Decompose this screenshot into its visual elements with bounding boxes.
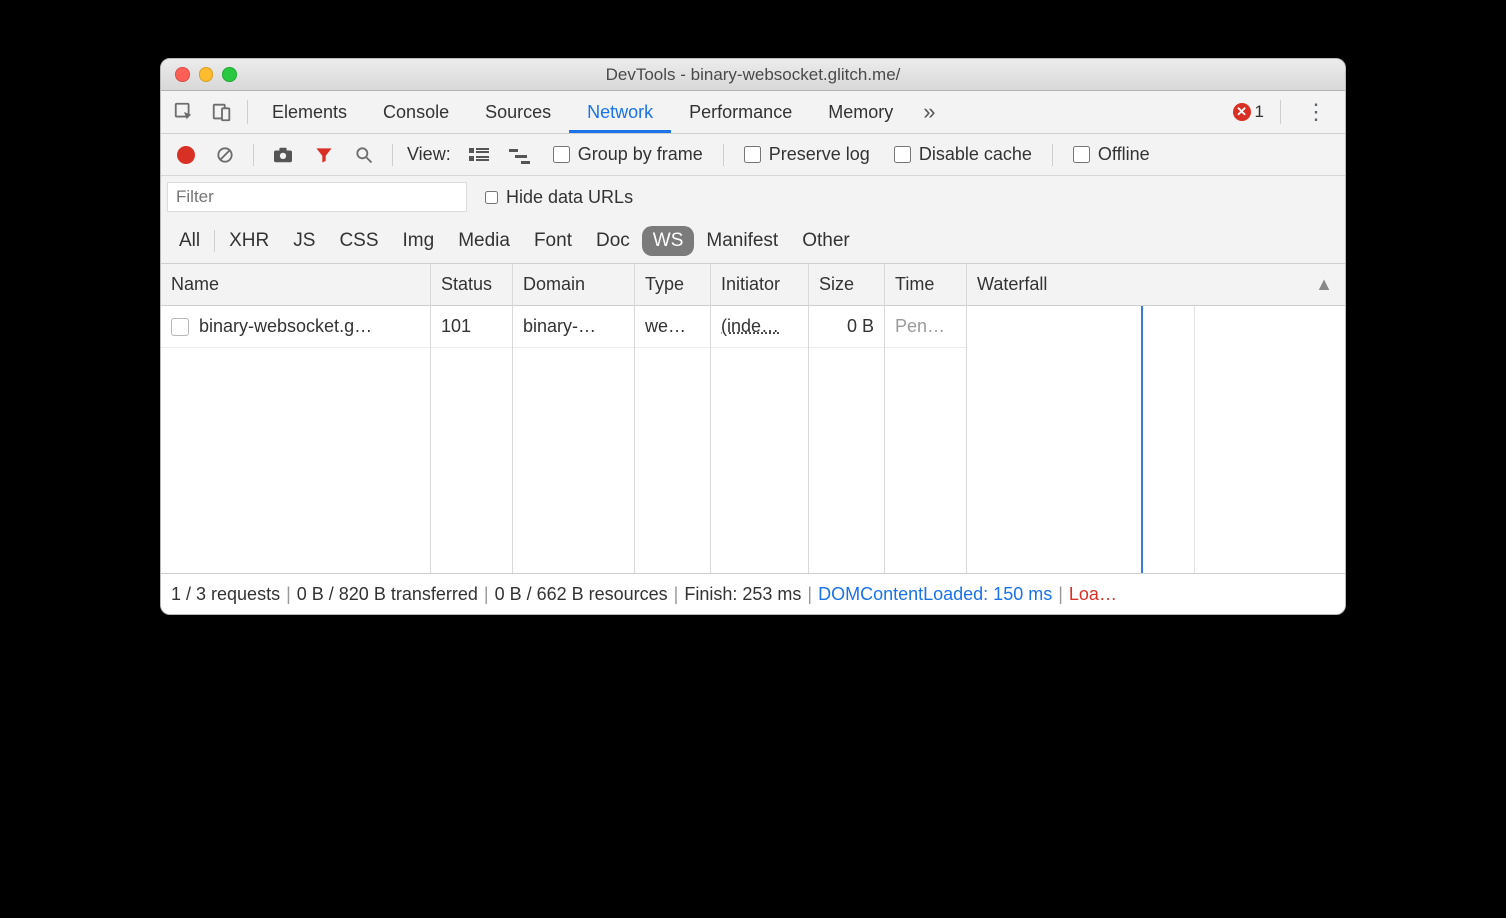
group-by-frame-checkbox[interactable]: Group by frame: [543, 144, 713, 165]
tab-elements[interactable]: Elements: [254, 92, 365, 132]
type-media[interactable]: Media: [446, 226, 522, 256]
type-js[interactable]: JS: [281, 226, 327, 256]
tab-memory[interactable]: Memory: [810, 92, 911, 132]
status-resources: 0 B / 662 B resources: [495, 584, 668, 605]
type-other[interactable]: Other: [790, 226, 862, 256]
overview-icon[interactable]: [501, 142, 539, 168]
filter-input[interactable]: [167, 182, 467, 212]
network-toolbar: View: Group by frame Preserve log Disabl…: [161, 134, 1345, 176]
error-icon: ✕: [1233, 103, 1251, 121]
waterfall-dcl-line: [1141, 306, 1143, 573]
col-size[interactable]: Size: [809, 264, 884, 306]
status-load: Loa…: [1069, 584, 1117, 605]
clear-icon[interactable]: [207, 141, 243, 169]
cell-domain[interactable]: binary-…: [513, 306, 634, 348]
type-ws[interactable]: WS: [642, 226, 695, 256]
resource-icon: [171, 318, 189, 336]
hide-data-urls-checkbox[interactable]: Hide data URLs: [485, 187, 633, 208]
filter-icon[interactable]: [306, 141, 342, 169]
col-waterfall[interactable]: Waterfall ▲: [967, 264, 1345, 306]
requests-table: Name binary-websocket.g… Status 101 Doma…: [161, 264, 1345, 574]
waterfall-body[interactable]: [967, 306, 1345, 573]
table-row[interactable]: binary-websocket.g…: [161, 306, 430, 348]
tab-sources[interactable]: Sources: [467, 92, 569, 132]
sort-asc-icon: ▲: [1315, 274, 1333, 295]
screenshot-icon[interactable]: [264, 142, 302, 168]
col-name[interactable]: Name: [161, 264, 430, 306]
offline-checkbox[interactable]: Offline: [1063, 144, 1160, 165]
tab-console[interactable]: Console: [365, 92, 467, 132]
type-xhr[interactable]: XHR: [217, 226, 281, 256]
cell-size[interactable]: 0 B: [809, 306, 884, 348]
large-rows-icon[interactable]: [461, 142, 497, 168]
record-button[interactable]: [169, 142, 203, 168]
tab-performance[interactable]: Performance: [671, 92, 810, 132]
type-doc[interactable]: Doc: [584, 226, 642, 256]
window-title: DevTools - binary-websocket.glitch.me/: [161, 65, 1345, 85]
devtools-window: DevTools - binary-websocket.glitch.me/ E…: [160, 58, 1346, 615]
device-toolbar-icon[interactable]: [203, 95, 241, 129]
inspect-element-icon[interactable]: [165, 95, 203, 129]
col-time[interactable]: Time: [885, 264, 966, 306]
search-icon[interactable]: [346, 141, 382, 169]
tab-network[interactable]: Network: [569, 92, 671, 133]
col-domain[interactable]: Domain: [513, 264, 634, 306]
cell-status[interactable]: 101: [431, 306, 512, 348]
panel-tabbar: Elements Console Sources Network Perform…: [161, 91, 1345, 134]
request-type-filters: All XHR JS CSS Img Media Font Doc WS Man…: [161, 218, 1345, 264]
col-type[interactable]: Type: [635, 264, 710, 306]
status-finish: Finish: 253 ms: [684, 584, 801, 605]
preserve-log-checkbox[interactable]: Preserve log: [734, 144, 880, 165]
cell-initiator[interactable]: (inde…: [711, 306, 808, 348]
col-initiator[interactable]: Initiator: [711, 264, 808, 306]
col-status[interactable]: Status: [431, 264, 512, 306]
titlebar: DevTools - binary-websocket.glitch.me/: [161, 59, 1345, 91]
error-count: 1: [1255, 102, 1264, 122]
type-css[interactable]: CSS: [327, 226, 390, 256]
status-requests: 1 / 3 requests: [171, 584, 280, 605]
disable-cache-checkbox[interactable]: Disable cache: [884, 144, 1042, 165]
type-all[interactable]: All: [167, 226, 212, 256]
type-font[interactable]: Font: [522, 226, 584, 256]
cell-time[interactable]: Pen…: [885, 306, 966, 348]
error-badge[interactable]: ✕ 1: [1233, 102, 1264, 122]
view-label: View:: [403, 144, 457, 165]
settings-menu-icon[interactable]: ⋮: [1297, 99, 1335, 125]
status-dcl: DOMContentLoaded: 150 ms: [818, 584, 1052, 605]
filter-row: Hide data URLs: [161, 176, 1345, 218]
type-img[interactable]: Img: [391, 226, 447, 256]
status-transferred: 0 B / 820 B transferred: [297, 584, 478, 605]
status-bar: 1 / 3 requests | 0 B / 820 B transferred…: [161, 574, 1345, 614]
type-manifest[interactable]: Manifest: [694, 226, 790, 256]
more-tabs-icon[interactable]: »: [911, 99, 947, 125]
cell-type[interactable]: we…: [635, 306, 710, 348]
